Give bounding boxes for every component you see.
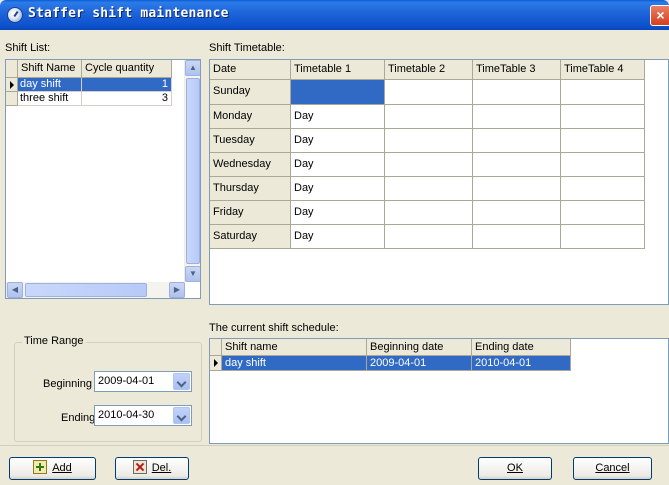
beginning-date-value: 2009-04-01: [98, 375, 155, 387]
window-title: Staffer shift maintenance: [28, 6, 229, 21]
scroll-left-icon[interactable]: ◀: [7, 282, 23, 298]
timetable-cell[interactable]: Day: [291, 201, 385, 225]
close-button[interactable]: ×: [650, 5, 669, 26]
cycle-quantity-cell: 3: [82, 92, 172, 106]
cancel-button[interactable]: Cancel: [573, 457, 652, 480]
column-header-ending-date[interactable]: Ending date: [472, 339, 571, 356]
timetable-cell[interactable]: [385, 225, 473, 249]
beginning-label: Beginning: [43, 378, 92, 390]
ending-date-value: 2010-04-30: [98, 409, 155, 421]
timetable-cell[interactable]: [385, 201, 473, 225]
shift-name-cell: three shift: [18, 92, 82, 106]
column-header-timetable-2[interactable]: Timetable 2: [385, 60, 473, 80]
timetable-cell[interactable]: [561, 225, 645, 249]
date-cell: Monday: [210, 105, 291, 129]
timetable-cell[interactable]: [385, 177, 473, 201]
timetable-cell[interactable]: [473, 153, 561, 177]
scroll-thumb[interactable]: [186, 78, 200, 264]
ending-date-picker[interactable]: 2010-04-30: [94, 405, 192, 426]
shift-name-cell: day shift: [18, 78, 82, 92]
ok-button-label: OK: [507, 462, 523, 474]
timetable-cell[interactable]: [291, 80, 385, 105]
column-header-beginning-date[interactable]: Beginning date: [367, 339, 472, 356]
column-header-timetable-1[interactable]: Timetable 1: [291, 60, 385, 80]
add-icon: [33, 460, 48, 474]
scroll-down-icon[interactable]: ▼: [185, 266, 200, 282]
add-button[interactable]: Add: [9, 457, 96, 480]
chevron-down-icon[interactable]: [173, 407, 190, 424]
timetable-cell[interactable]: [385, 80, 473, 105]
grid-corner: [6, 60, 18, 78]
timetable-label: Shift Timetable:: [209, 42, 285, 54]
scroll-right-icon[interactable]: ▶: [169, 282, 185, 298]
column-header-cycle-quantity[interactable]: Cycle quantity: [82, 60, 172, 78]
date-cell: Sunday: [210, 80, 291, 105]
column-header-shift-name[interactable]: Shift name: [222, 339, 367, 356]
beginning-date-picker[interactable]: 2009-04-01: [94, 371, 192, 392]
timetable-grid[interactable]: Date Timetable 1 Timetable 2 TimeTable 3…: [209, 59, 669, 305]
column-header-date[interactable]: Date: [210, 60, 291, 80]
timetable-cell[interactable]: [561, 80, 645, 105]
shift-list-label: Shift List:: [5, 42, 51, 54]
timetable-cell[interactable]: [561, 177, 645, 201]
shift-list-grid[interactable]: Shift Name Cycle quantity day shift 1 th…: [5, 59, 201, 299]
row-indicator: [210, 356, 222, 371]
timetable-cell[interactable]: [473, 129, 561, 153]
delete-button-label: Del.: [151, 462, 172, 474]
timetable-cell[interactable]: [473, 225, 561, 249]
delete-button[interactable]: Del.: [115, 457, 189, 480]
date-cell: Thursday: [210, 177, 291, 201]
current-row-arrow-icon: [214, 359, 218, 367]
date-cell: Saturday: [210, 225, 291, 249]
timetable-cell[interactable]: Day: [291, 153, 385, 177]
scroll-thumb-horizontal[interactable]: [25, 283, 147, 297]
current-row-arrow-icon: [10, 81, 14, 89]
cycle-quantity-cell: 1: [82, 78, 172, 92]
delete-icon: [132, 460, 147, 474]
title-bar[interactable]: Staffer shift maintenance ×: [0, 0, 669, 30]
column-header-timetable-3[interactable]: TimeTable 3: [473, 60, 561, 80]
date-cell: Wednesday: [210, 153, 291, 177]
vertical-scrollbar[interactable]: ▲ ▼: [184, 60, 200, 282]
schedule-grid[interactable]: Shift name Beginning date Ending date da…: [209, 338, 669, 444]
schedule-label: The current shift schedule:: [209, 322, 339, 334]
clock-icon: [7, 7, 23, 23]
timetable-cell[interactable]: Day: [291, 225, 385, 249]
schedule-shift-name-cell[interactable]: day shift: [222, 356, 367, 371]
column-header-shift-name[interactable]: Shift Name: [18, 60, 82, 78]
chevron-down-icon[interactable]: [173, 373, 190, 390]
ending-label: Ending: [61, 412, 96, 424]
timetable-cell[interactable]: Day: [291, 105, 385, 129]
ok-button[interactable]: OK: [478, 457, 552, 480]
timetable-cell[interactable]: [473, 105, 561, 129]
timetable-cell[interactable]: [561, 153, 645, 177]
time-range-title: Time Range: [22, 335, 86, 347]
scroll-up-icon[interactable]: ▲: [185, 60, 200, 76]
timetable-cell[interactable]: [385, 153, 473, 177]
date-cell: Tuesday: [210, 129, 291, 153]
timetable-cell[interactable]: Day: [291, 177, 385, 201]
timetable-cell[interactable]: [385, 129, 473, 153]
row-indicator: [6, 92, 18, 106]
timetable-cell[interactable]: [385, 105, 473, 129]
grid-corner: [210, 339, 222, 356]
time-range-group: Time Range Beginning 2009-04-01 Ending 2…: [14, 335, 202, 442]
timetable-cell[interactable]: [561, 129, 645, 153]
add-button-label: Add: [52, 462, 72, 474]
timetable-cell[interactable]: [473, 201, 561, 225]
timetable-cell[interactable]: Day: [291, 129, 385, 153]
timetable-cell[interactable]: [473, 177, 561, 201]
schedule-ending-date-cell[interactable]: 2010-04-01: [472, 356, 571, 371]
date-cell: Friday: [210, 201, 291, 225]
schedule-beginning-date-cell[interactable]: 2009-04-01: [367, 356, 472, 371]
timetable-cell[interactable]: [561, 201, 645, 225]
horizontal-scrollbar[interactable]: ◀ ▶: [6, 282, 185, 298]
timetable-cell[interactable]: [561, 105, 645, 129]
timetable-cell[interactable]: [473, 80, 561, 105]
column-header-timetable-4[interactable]: TimeTable 4: [561, 60, 645, 80]
row-indicator: [6, 78, 18, 92]
divider: [0, 445, 669, 446]
cancel-button-label: Cancel: [595, 462, 630, 474]
